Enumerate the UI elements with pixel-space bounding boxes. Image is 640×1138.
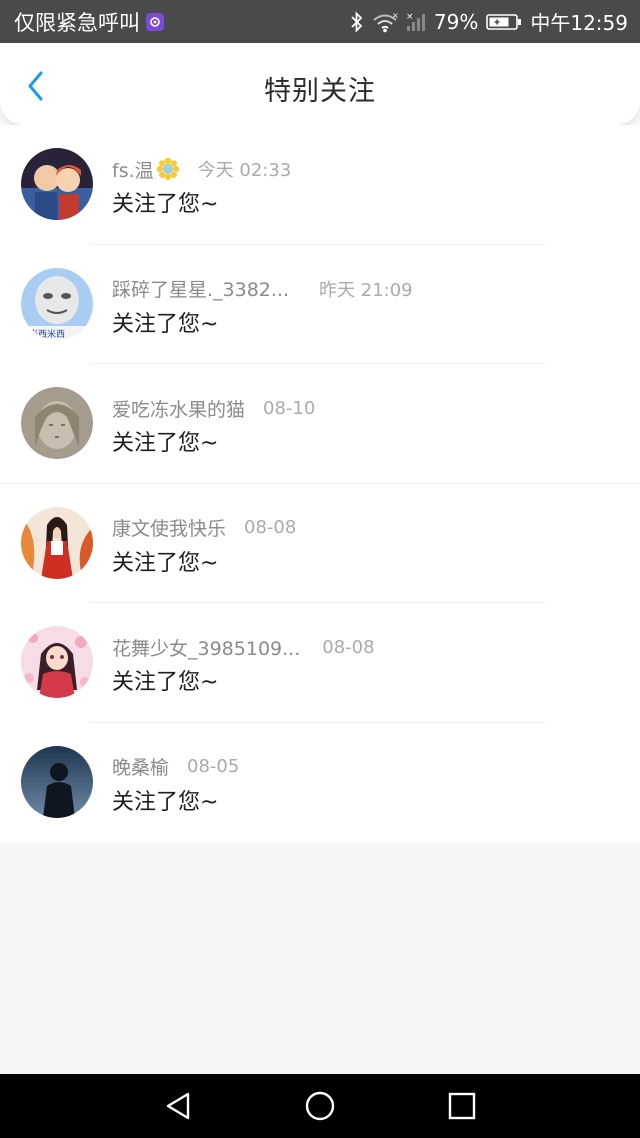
follow-item[interactable]: fs.温 今天 02:33 关注了您~: [0, 125, 640, 245]
username[interactable]: 踩碎了星星._3382...: [112, 275, 289, 302]
carrier-text: 仅限紧急呼叫: [14, 10, 140, 35]
follow-item[interactable]: 晚桑榆 08-05 关注了您~: [0, 723, 640, 843]
home-circle-icon: [305, 1091, 335, 1121]
meta-line: 花舞少女_3985109... 08-08: [112, 634, 620, 660]
battery-percent: 79%: [433, 9, 479, 34]
meta-line: 踩碎了星星._3382... 昨天 21:09: [112, 276, 620, 302]
message-text: 关注了您~: [112, 670, 219, 696]
status-right: × × 79% 中午12:59: [350, 7, 628, 36]
follow-item[interactable]: 米西米西 踩碎了星星._3382... 昨天 21:09 关注了您~: [0, 245, 640, 365]
nav-home-button[interactable]: [304, 1090, 336, 1122]
timestamp: 今天 02:33: [197, 160, 292, 181]
message-text: 关注了您~: [112, 789, 219, 815]
item-text: 晚桑榆 08-05 关注了您~: [112, 754, 620, 816]
system-nav-bar: [0, 1074, 640, 1138]
username[interactable]: 康文使我快乐: [112, 514, 226, 541]
timestamp: 08-08: [322, 636, 375, 658]
recents-square-icon: [448, 1092, 476, 1120]
svg-text:米西米西: 米西米西: [29, 328, 65, 340]
avatar[interactable]: [21, 387, 93, 460]
page-title: 特别关注: [264, 76, 376, 107]
clock: 中午12:59: [530, 11, 628, 35]
nav-back-button[interactable]: [162, 1090, 194, 1122]
avatar[interactable]: [21, 506, 93, 579]
item-text: 花舞少女_3985109... 08-08 关注了您~: [112, 634, 620, 696]
follow-list: fs.温 今天 02:33 关注了您~ 米西米西 踩碎了星星._3382... …: [0, 125, 640, 843]
avatar[interactable]: [21, 745, 93, 818]
message-text: 关注了您~: [112, 311, 219, 337]
sunflower-emoji-icon: [156, 157, 179, 181]
follow-item[interactable]: 康文使我快乐 08-08 关注了您~: [0, 484, 640, 604]
meta-line: 晚桑榆 08-05: [112, 754, 620, 780]
timestamp: 08-10: [263, 397, 316, 419]
bluetooth-icon: [350, 10, 364, 33]
item-text: 康文使我快乐 08-08 关注了您~: [112, 515, 620, 577]
svg-text:×: ×: [406, 12, 414, 22]
status-left: 仅限紧急呼叫: [14, 7, 164, 37]
timestamp: 昨天 21:09: [319, 279, 413, 301]
header-bar: 特别关注: [0, 43, 640, 125]
username-wrap: fs.温: [112, 156, 180, 183]
item-text: fs.温 今天 02:33 关注了您~: [112, 156, 620, 218]
timestamp: 08-05: [187, 756, 240, 778]
status-bar: 仅限紧急呼叫 × × 79% 中午12:59: [0, 0, 640, 43]
avatar[interactable]: [21, 626, 93, 699]
signal-icon: ×: [406, 11, 426, 33]
nav-recents-button[interactable]: [446, 1090, 478, 1122]
timestamp: 08-08: [244, 517, 297, 539]
avatar[interactable]: 米西米西: [21, 267, 93, 340]
username[interactable]: fs.温: [112, 156, 154, 183]
svg-text:×: ×: [392, 11, 398, 20]
message-text: 关注了您~: [112, 192, 219, 217]
meta-line: 爱吃冻水果的猫 08-10: [112, 395, 620, 421]
wifi-icon: ×: [372, 11, 398, 33]
message-text: 关注了您~: [112, 431, 219, 457]
carrier-app-icon: [146, 12, 164, 31]
avatar[interactable]: [21, 148, 93, 220]
item-text: 踩碎了星星._3382... 昨天 21:09 关注了您~: [112, 276, 620, 338]
battery-icon: [486, 13, 522, 31]
follow-item[interactable]: 爱吃冻水果的猫 08-10 关注了您~: [0, 364, 640, 484]
meta-line: 康文使我快乐 08-08: [112, 515, 620, 541]
username[interactable]: 花舞少女_3985109...: [112, 634, 300, 661]
username[interactable]: 爱吃冻水果的猫: [112, 395, 245, 422]
follow-item[interactable]: 花舞少女_3985109... 08-08 关注了您~: [0, 603, 640, 723]
message-text: 关注了您~: [112, 550, 219, 576]
item-text: 爱吃冻水果的猫 08-10 关注了您~: [112, 395, 620, 457]
username[interactable]: 晚桑榆: [112, 753, 169, 780]
meta-line: fs.温 今天 02:33: [112, 156, 620, 182]
back-triangle-icon: [166, 1092, 190, 1120]
